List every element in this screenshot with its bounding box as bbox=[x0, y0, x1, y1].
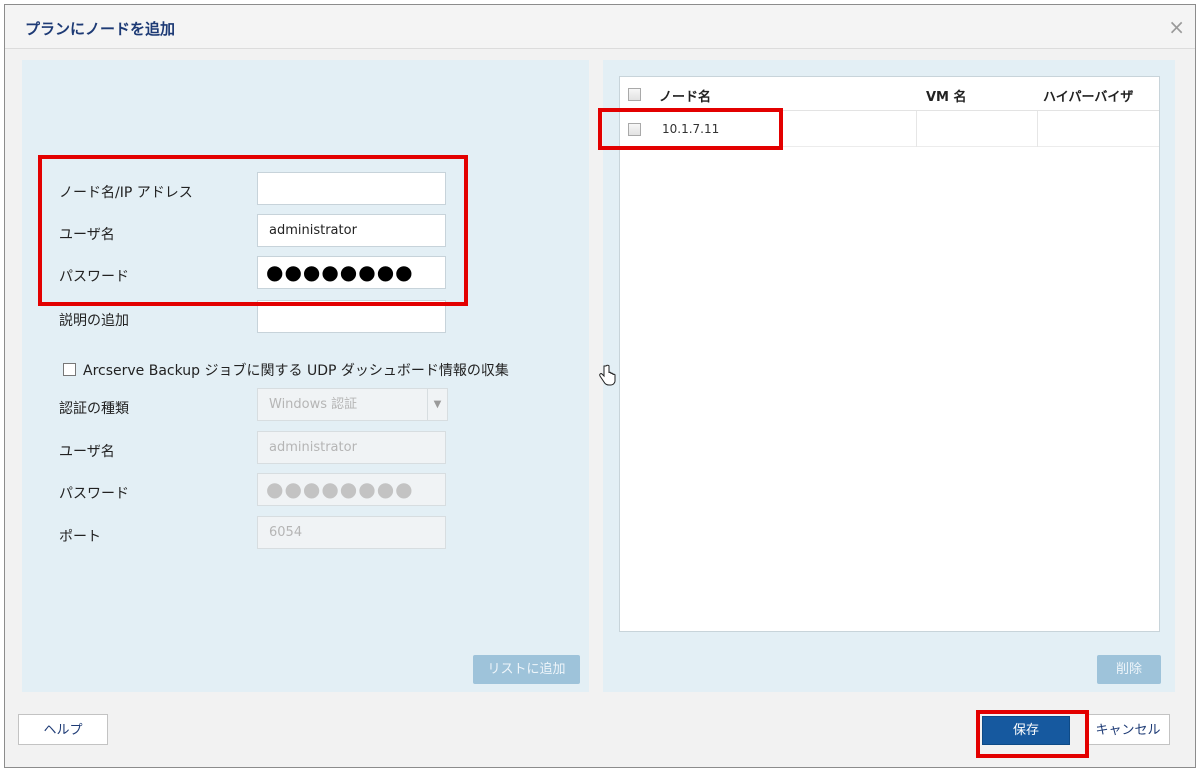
auth-type-label: 認証の種類 bbox=[59, 401, 129, 417]
udp-username-label: ユーザ名 bbox=[59, 444, 115, 460]
password-input[interactable]: ●●●●●●●● bbox=[257, 256, 446, 289]
row-checkbox[interactable] bbox=[628, 123, 641, 136]
port-label: ポート bbox=[59, 529, 101, 545]
udp-dashboard-checkbox[interactable] bbox=[63, 363, 76, 376]
cancel-button[interactable]: キャンセル bbox=[1086, 714, 1170, 745]
node-name-input[interactable] bbox=[257, 172, 446, 205]
password-label: パスワード bbox=[59, 269, 129, 285]
table-row[interactable]: 10.1.7.11 bbox=[620, 111, 1159, 147]
dialog-title: プランにノードを追加 bbox=[25, 20, 176, 38]
row-node-name: 10.1.7.11 bbox=[662, 122, 720, 136]
username-input[interactable]: administrator bbox=[257, 214, 446, 247]
column-divider bbox=[916, 111, 917, 147]
select-all-checkbox[interactable] bbox=[628, 88, 641, 101]
node-name-label: ノード名/IP アドレス bbox=[59, 185, 193, 201]
description-input[interactable] bbox=[257, 300, 446, 333]
hand-cursor-icon bbox=[599, 364, 616, 386]
node-entry-panel: ノード名/IP アドレス ユーザ名 administrator パスワード ●●… bbox=[22, 60, 589, 692]
column-divider bbox=[1037, 111, 1038, 147]
help-button[interactable]: ヘルプ bbox=[18, 714, 108, 745]
udp-password-input[interactable]: ●●●●●●●● bbox=[257, 473, 446, 506]
dialog-titlebar: プランにノードを追加 × bbox=[5, 5, 1195, 49]
delete-button[interactable]: 削除 bbox=[1097, 655, 1161, 684]
grid-header: ノード名 VM 名 ハイパーバイザ bbox=[620, 77, 1159, 111]
node-grid: ノード名 VM 名 ハイパーバイザ 10.1.7.11 bbox=[619, 76, 1160, 632]
description-label: 説明の追加 bbox=[59, 313, 129, 329]
udp-password-label: パスワード bbox=[59, 486, 129, 502]
add-to-list-button[interactable]: リストに追加 bbox=[473, 655, 580, 684]
udp-username-input[interactable]: administrator bbox=[257, 431, 446, 464]
auth-type-select[interactable]: Windows 認証 ▼ bbox=[257, 388, 448, 421]
column-hypervisor[interactable]: ハイパーバイザ bbox=[1043, 86, 1133, 105]
column-node-name[interactable]: ノード名 bbox=[659, 86, 711, 105]
port-input[interactable]: 6054 bbox=[257, 516, 446, 549]
close-icon[interactable]: × bbox=[1168, 15, 1185, 39]
node-list-panel: ノード名 VM 名 ハイパーバイザ 10.1.7.11 削除 bbox=[603, 60, 1175, 692]
udp-dashboard-label: Arcserve Backup ジョブに関する UDP ダッシュボード情報の収集 bbox=[83, 363, 509, 379]
chevron-down-icon[interactable]: ▼ bbox=[427, 389, 447, 420]
username-label: ユーザ名 bbox=[59, 227, 115, 243]
column-vm-name[interactable]: VM 名 bbox=[926, 86, 967, 105]
save-button[interactable]: 保存 bbox=[982, 716, 1070, 745]
auth-type-value: Windows 認証 bbox=[269, 397, 358, 412]
